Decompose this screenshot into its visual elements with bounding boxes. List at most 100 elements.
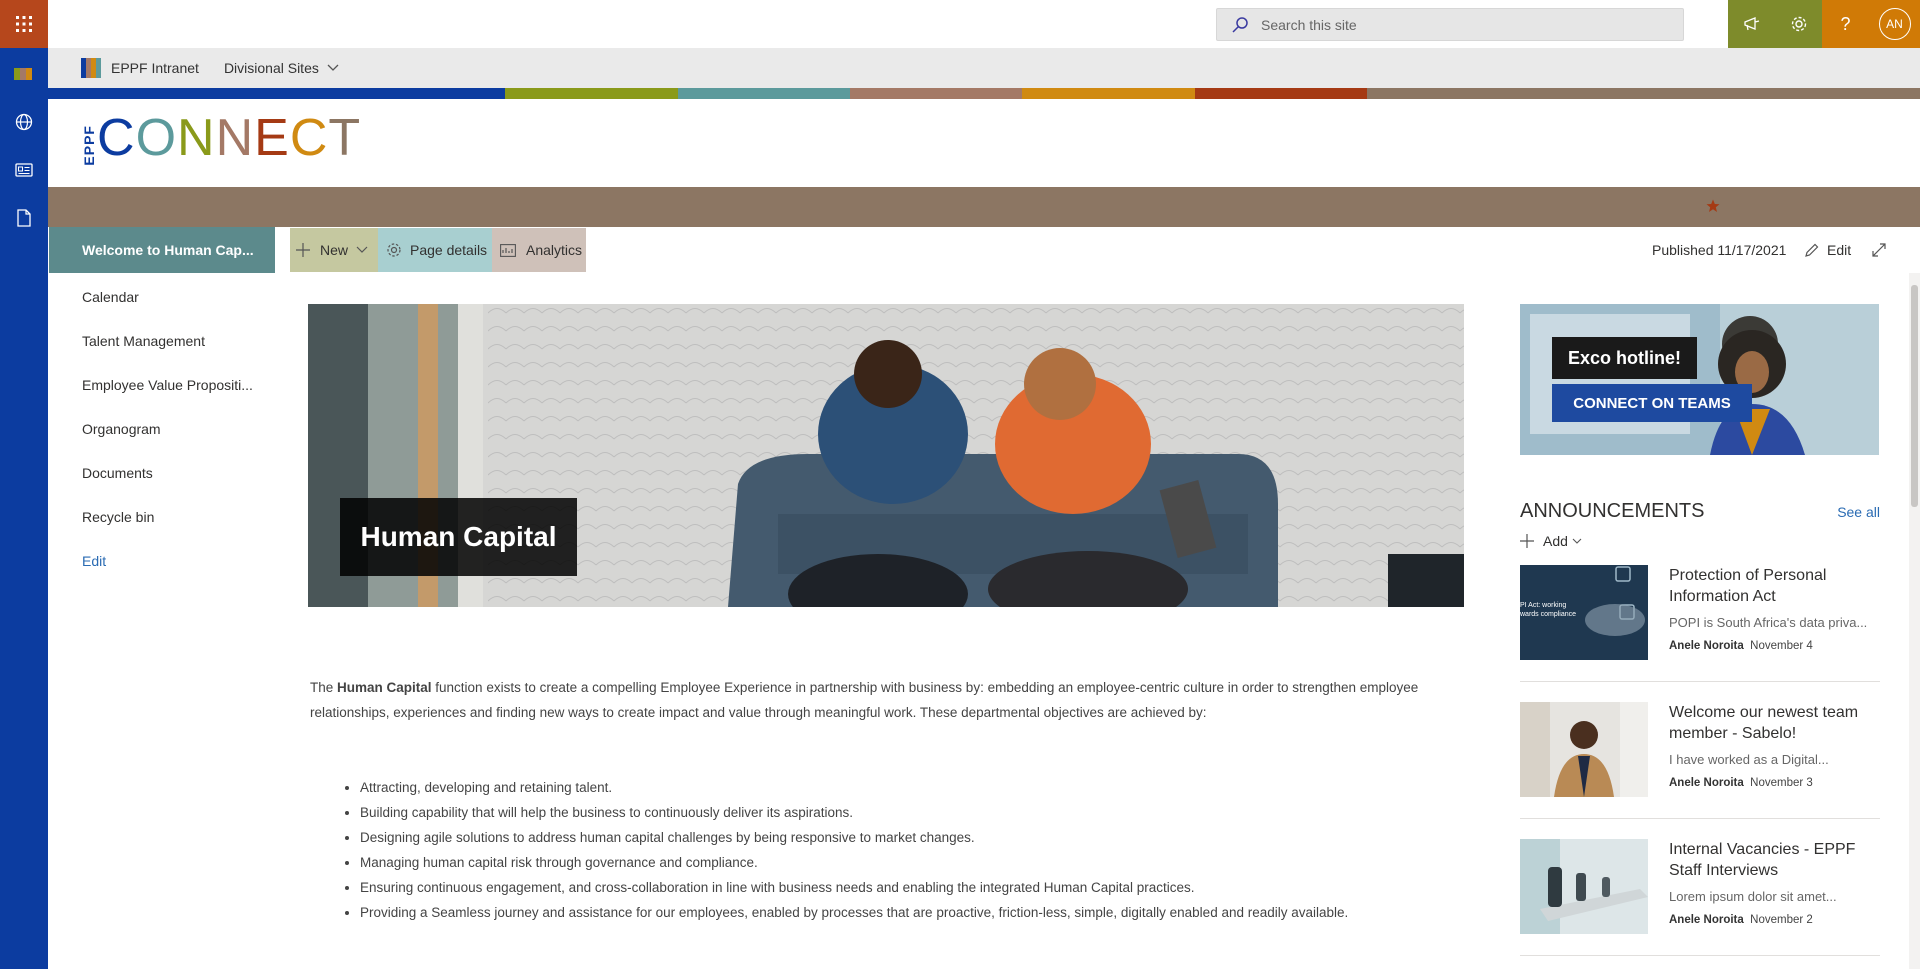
intro-prefix: The <box>310 680 338 695</box>
stripe-segment <box>1367 88 1920 99</box>
gear-icon[interactable] <box>1775 0 1822 48</box>
list-item: Building capability that will help the b… <box>360 800 1460 825</box>
edit-label: Edit <box>1827 242 1852 258</box>
page-title: Human Capital <box>340 498 577 576</box>
chevron-down-icon <box>1572 538 1582 544</box>
analytics-label: Analytics <box>526 242 583 258</box>
list-item: Providing a Seamless journey and assista… <box>360 900 1460 925</box>
announcements-header: ANNOUNCEMENTS See all <box>1520 498 1880 526</box>
new-button[interactable]: New <box>290 228 378 272</box>
nav-item-recycle-bin[interactable]: Recycle bin <box>48 495 276 539</box>
divider <box>1520 955 1880 956</box>
logo-letter: N <box>215 109 255 167</box>
megaphone-icon[interactable] <box>1728 0 1775 48</box>
exco-hotline-banner[interactable]: Exco hotline! CONNECT ON TEAMS <box>1520 304 1879 455</box>
nav-item-talent-management[interactable]: Talent Management <box>48 319 276 363</box>
news-author: Anele Noroita <box>1669 777 1744 789</box>
chevron-down-icon <box>356 246 368 253</box>
divider <box>1520 818 1880 819</box>
news-date: November 3 <box>1750 777 1813 789</box>
logo-letter: N <box>177 109 216 167</box>
news-description: POPI is South Africa's data priva... <box>1669 615 1868 630</box>
site-logo[interactable]: EPPF CONNECT <box>81 110 361 166</box>
list-item: Ensuring continuous engagement, and cros… <box>360 875 1460 900</box>
news-description: Lorem ipsum dolor sit amet... <box>1669 889 1837 904</box>
news-author: Anele Noroita <box>1669 640 1744 652</box>
promo-line1: Exco hotline! <box>1552 337 1697 379</box>
stripe-segment <box>1195 88 1367 99</box>
page-details-label: Page details <box>410 242 488 258</box>
nav-item-organogram[interactable]: Organogram <box>48 407 276 451</box>
document-icon[interactable] <box>0 194 48 242</box>
logo-letter: C <box>289 109 329 167</box>
nav-edit-link[interactable]: Edit <box>48 539 276 583</box>
expand-icon <box>1872 243 1886 257</box>
list-item: Designing agile solutions to address hum… <box>360 825 1460 850</box>
globe-icon[interactable] <box>0 98 48 146</box>
nav-item-documents[interactable]: Documents <box>48 451 276 495</box>
stripe-segment <box>505 88 678 99</box>
site-header: EPPF CONNECT <box>48 99 1920 187</box>
list-item: Attracting, developing and retaining tal… <box>360 775 1460 800</box>
news-meta: Anele Noroita November 2 <box>1669 914 1813 926</box>
edit-button[interactable]: Edit <box>1804 228 1851 272</box>
stripe-segment <box>1022 88 1195 99</box>
expand-button[interactable] <box>1872 228 1886 272</box>
news-meta: Anele Noroita November 3 <box>1669 777 1813 789</box>
waffle-icon[interactable] <box>0 0 48 48</box>
plus-icon <box>296 243 310 257</box>
logo-letter: T <box>328 109 362 167</box>
gear-icon <box>387 243 401 257</box>
hub-navigation: EPPF Intranet Divisional Sites <box>48 48 1920 88</box>
chevron-down-icon <box>327 64 339 71</box>
divisional-sites-label: Divisional Sites <box>223 60 319 76</box>
news-icon[interactable] <box>0 146 48 194</box>
command-bar: New Page details Analytics Published 11/… <box>290 227 1920 273</box>
connect-on-teams-button[interactable]: CONNECT ON TEAMS <box>1552 384 1752 422</box>
site-logo-icon[interactable] <box>0 50 48 98</box>
nav-item-calendar[interactable]: Calendar <box>48 275 276 319</box>
star-icon[interactable] <box>1706 199 1720 213</box>
avatar[interactable]: AN <box>1869 0 1920 48</box>
add-announcement-button[interactable]: Add <box>1520 533 1582 549</box>
scrollbar[interactable] <box>1909 273 1920 969</box>
logo-letter: C <box>97 109 136 167</box>
logo-connect-text: CONNECT <box>97 110 361 166</box>
nav-item-employee-value-proposition[interactable]: Employee Value Propositi... <box>48 363 276 407</box>
pencil-icon <box>1805 243 1819 257</box>
page-details-button[interactable]: Page details <box>378 228 492 272</box>
search-input[interactable]: Search this site <box>1261 17 1357 33</box>
banner-image <box>1520 304 1879 455</box>
hub-site-name: EPPF Intranet <box>111 60 199 76</box>
see-all-link[interactable]: See all <box>1837 504 1880 520</box>
logo-letter: E <box>254 109 290 167</box>
divisional-sites-menu[interactable]: Divisional Sites <box>224 60 339 76</box>
nav-item-welcome[interactable]: Welcome to Human Cap... <box>49 227 275 273</box>
app-bar <box>0 48 48 969</box>
search-icon <box>1232 16 1248 33</box>
help-icon[interactable]: ? <box>1822 0 1869 48</box>
logo-eppf-text: EPPF <box>81 125 97 166</box>
hub-logo-icon <box>81 58 101 78</box>
news-date: November 2 <box>1750 914 1813 926</box>
news-item[interactable]: Internal Vacancies - EPPF Staff Intervie… <box>1520 839 1880 936</box>
stripe-segment <box>850 88 1022 99</box>
stripe-segment <box>678 88 850 99</box>
objectives-list: Attracting, developing and retaining tal… <box>360 775 1460 925</box>
news-meta: Anele Noroita November 4 <box>1669 640 1813 652</box>
scrollbar-thumb[interactable] <box>1911 285 1918 507</box>
hub-site-link[interactable]: EPPF Intranet <box>80 57 199 79</box>
news-title[interactable]: Protection of Personal Information Act <box>1669 565 1879 607</box>
news-description: I have worked as a Digital... <box>1669 752 1829 767</box>
search-box[interactable]: Search this site <box>1216 8 1684 41</box>
news-title[interactable]: Welcome our newest team member - Sabelo! <box>1669 702 1879 744</box>
analytics-icon <box>500 243 516 257</box>
analytics-button[interactable]: Analytics <box>492 228 586 272</box>
news-title[interactable]: Internal Vacancies - EPPF Staff Intervie… <box>1669 839 1879 881</box>
site-navigation-bar <box>48 187 1920 227</box>
news-author: Anele Noroita <box>1669 914 1744 926</box>
news-item[interactable]: PI Act: working wards compliance Protect… <box>1520 565 1880 662</box>
stripe-segment <box>48 88 505 99</box>
suite-bar: Search this site ? AN <box>0 0 1920 48</box>
news-item[interactable]: Welcome our newest team member - Sabelo!… <box>1520 702 1880 799</box>
